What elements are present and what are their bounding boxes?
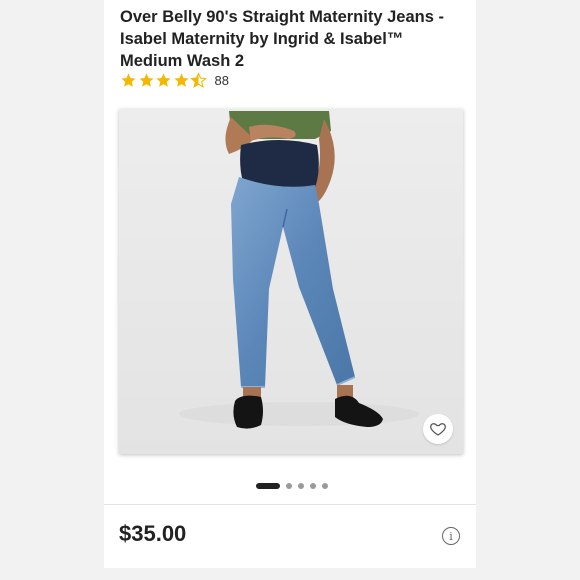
title-line-1: Over Belly 90's Straight Maternity Jeans… xyxy=(120,8,444,26)
product-card: Over Belly 90's Straight Maternity Jeans… xyxy=(104,0,476,568)
carousel-pagination[interactable] xyxy=(256,483,334,489)
title-line-2: Isabel Maternity by Ingrid & Isabel™ xyxy=(120,30,404,48)
title-line-3: Medium Wash 2 xyxy=(120,52,245,70)
product-photo xyxy=(119,109,463,454)
carousel-dot[interactable] xyxy=(310,483,316,489)
star-icon xyxy=(156,73,171,87)
star-rating xyxy=(120,72,208,89)
star-icon xyxy=(173,73,189,87)
price: $35.00 xyxy=(119,521,187,546)
heart-icon xyxy=(430,423,446,436)
product-image[interactable] xyxy=(119,109,463,454)
favorite-button[interactable] xyxy=(423,414,453,444)
divider xyxy=(104,504,476,505)
info-icon[interactable]: i xyxy=(442,527,460,545)
carousel-dot[interactable] xyxy=(298,483,304,489)
star-icon xyxy=(138,73,154,87)
star-icon xyxy=(121,73,136,87)
carousel-dot[interactable] xyxy=(286,483,292,489)
star-half-icon xyxy=(190,72,207,88)
carousel-dot[interactable] xyxy=(322,483,328,489)
carousel-dot-active[interactable] xyxy=(256,483,280,489)
product-title: Over Belly 90's Straight Maternity Jeans… xyxy=(120,6,470,72)
rating-count[interactable]: 88 xyxy=(215,73,229,88)
rating[interactable]: 88 xyxy=(120,72,229,89)
